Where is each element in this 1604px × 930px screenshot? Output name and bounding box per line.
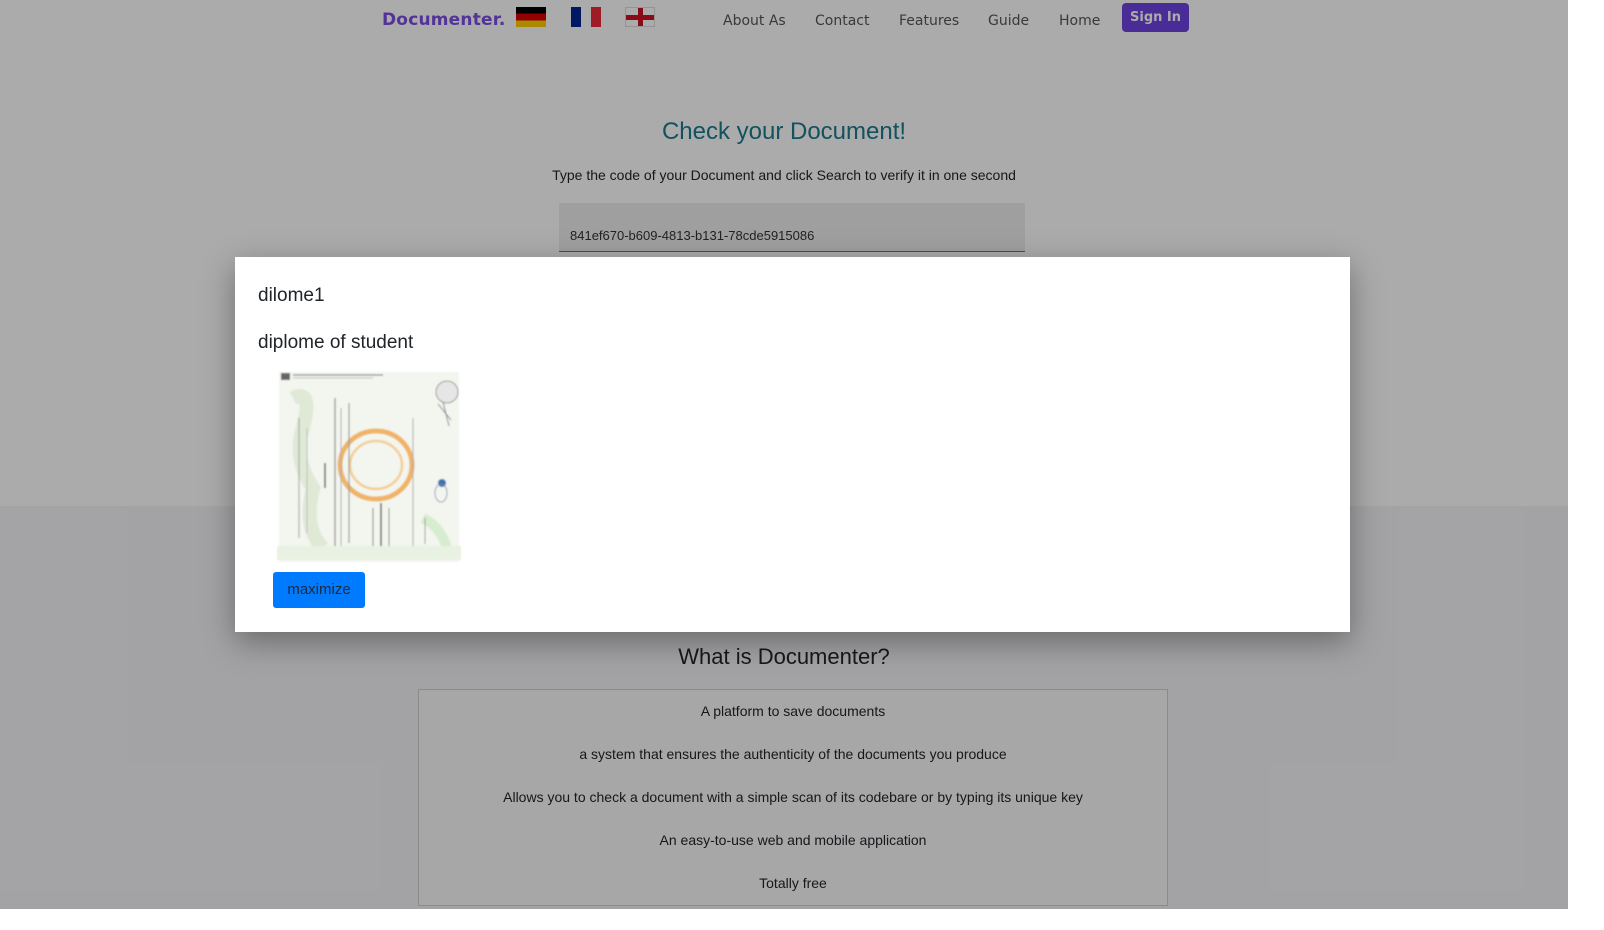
- document-modal: dilome1 diplome of student maximize: [235, 257, 1350, 632]
- document-title: dilome1: [258, 285, 325, 306]
- diploma-thumbnail: [277, 372, 461, 562]
- document-description: diplome of student: [258, 332, 414, 353]
- maximize-button[interactable]: maximize: [273, 572, 365, 608]
